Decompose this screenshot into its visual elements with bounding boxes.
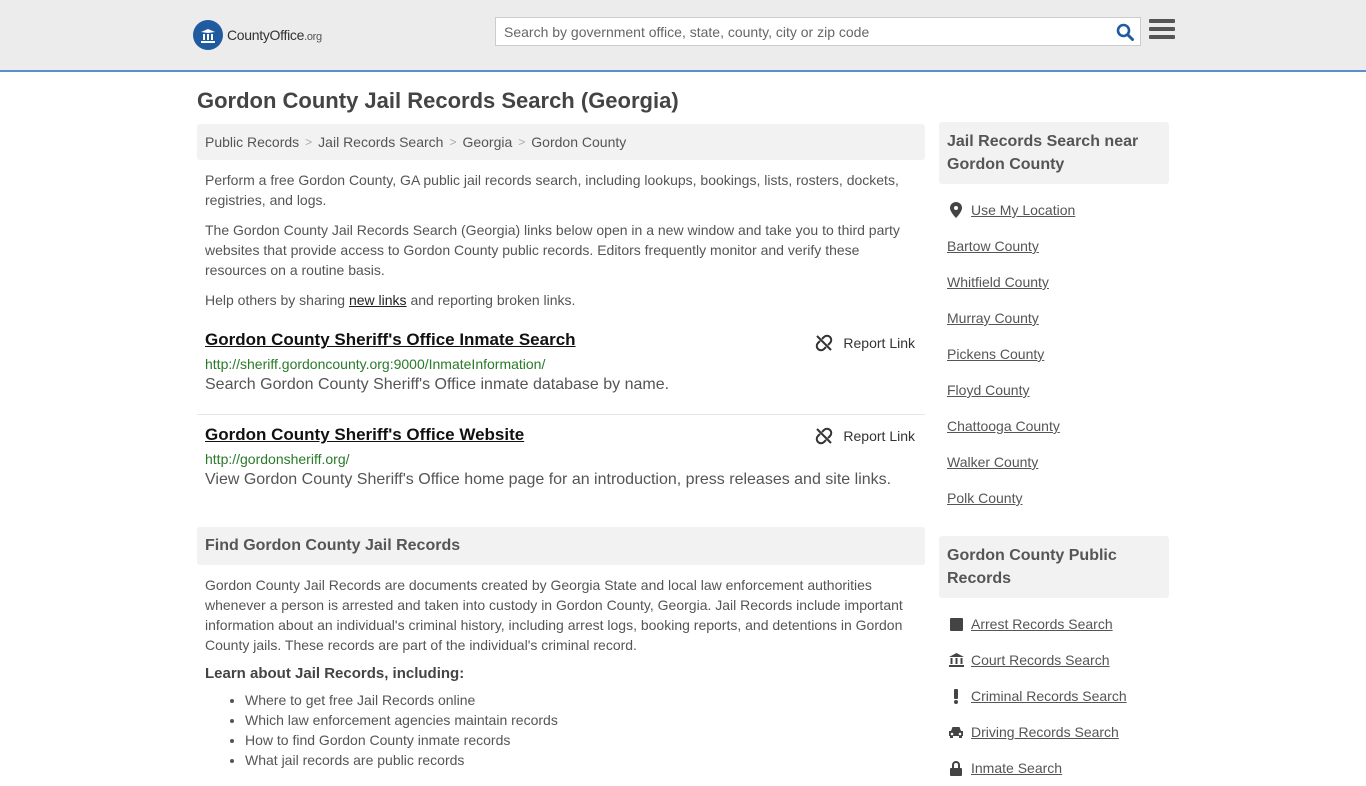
- nearby-county-link[interactable]: Floyd County: [947, 382, 1029, 398]
- breadcrumb-public-records[interactable]: Public Records: [205, 134, 299, 150]
- seal-icon: [193, 20, 223, 50]
- report-link-button[interactable]: Report Link: [815, 334, 915, 352]
- nearby-county-item: Walker County: [947, 444, 1169, 480]
- public-records-heading: Gordon County Public Records: [939, 536, 1169, 598]
- criminal-records-link[interactable]: Criminal Records Search: [971, 688, 1127, 704]
- resource-description: Search Gordon County Sheriff's Office in…: [205, 376, 670, 393]
- nearby-county-item: Chattooga County: [947, 408, 1169, 444]
- lock-icon: [947, 760, 965, 776]
- page-title: Gordon County Jail Records Search (Georg…: [197, 88, 679, 113]
- report-link-button[interactable]: Report Link: [815, 427, 915, 445]
- public-records-list: Arrest Records Search Court Records Sear…: [939, 606, 1169, 786]
- nearby-county-item: Bartow County: [947, 228, 1169, 264]
- nearby-county-item: Pickens County: [947, 336, 1169, 372]
- nearby-heading: Jail Records Search near Gordon County: [939, 122, 1169, 184]
- location-pin-icon: [947, 202, 965, 218]
- logo-text: CountyOffice.org: [227, 27, 322, 43]
- nearby-county-item: Murray County: [947, 300, 1169, 336]
- resource-url[interactable]: http://sheriff.gordoncounty.org:9000/Inm…: [205, 356, 917, 372]
- chevron-right-icon: >: [449, 135, 457, 149]
- nearby-county-link[interactable]: Murray County: [947, 310, 1039, 326]
- resource-title-link[interactable]: Gordon County Sheriff's Office Inmate Se…: [205, 330, 576, 350]
- nearby-county-item: Whitfield County: [947, 264, 1169, 300]
- nearby-county-link[interactable]: Chattooga County: [947, 418, 1060, 434]
- learn-heading: Learn about Jail Records, including:: [205, 665, 465, 682]
- hamburger-menu-icon[interactable]: [1149, 19, 1175, 43]
- nearby-county-link[interactable]: Whitfield County: [947, 274, 1049, 290]
- driving-records-link[interactable]: Driving Records Search: [971, 724, 1119, 740]
- broken-link-icon: [816, 334, 833, 352]
- search-button[interactable]: [1110, 18, 1140, 45]
- public-record-item: Criminal Records Search: [947, 678, 1169, 714]
- breadcrumb-jail-records-search[interactable]: Jail Records Search: [318, 134, 443, 150]
- breadcrumb-georgia[interactable]: Georgia: [462, 134, 512, 150]
- new-links-link[interactable]: new links: [349, 292, 407, 308]
- inmate-search-link[interactable]: Inmate Search: [971, 760, 1062, 776]
- main-content: Public Records > Jail Records Search > G…: [197, 124, 925, 770]
- sidebar: Jail Records Search near Gordon County U…: [939, 122, 1169, 786]
- nearby-county-item: Floyd County: [947, 372, 1169, 408]
- chevron-right-icon: >: [518, 135, 526, 149]
- resource-item: Gordon County Sheriff's Office Website R…: [197, 415, 925, 505]
- nearby-county-link[interactable]: Pickens County: [947, 346, 1044, 362]
- list-item: Where to get free Jail Records online: [245, 690, 925, 710]
- site-logo[interactable]: CountyOffice.org: [193, 20, 322, 50]
- court-records-link[interactable]: Court Records Search: [971, 652, 1110, 668]
- find-records-heading: Find Gordon County Jail Records: [197, 527, 925, 565]
- learn-list: Where to get free Jail Records online Wh…: [197, 690, 925, 770]
- exclamation-icon: [947, 688, 965, 704]
- list-item: What jail records are public records: [245, 750, 925, 770]
- broken-link-icon: [816, 427, 833, 445]
- share-paragraph: Help others by sharing new links and rep…: [205, 292, 576, 308]
- public-record-item: Inmate Search: [947, 750, 1169, 786]
- resource-description: View Gordon County Sheriff's Office home…: [205, 471, 892, 488]
- resource-item: Gordon County Sheriff's Office Inmate Se…: [197, 328, 925, 415]
- chevron-right-icon: >: [305, 135, 313, 149]
- resource-url[interactable]: http://gordonsheriff.org/: [205, 451, 917, 467]
- resource-title-link[interactable]: Gordon County Sheriff's Office Website: [205, 425, 524, 445]
- public-record-item: Court Records Search: [947, 642, 1169, 678]
- list-item: How to find Gordon County inmate records: [245, 730, 925, 750]
- search-icon: [1116, 23, 1134, 41]
- use-my-location-link[interactable]: Use My Location: [971, 202, 1075, 218]
- nearby-county-link[interactable]: Bartow County: [947, 238, 1039, 254]
- breadcrumb-gordon-county[interactable]: Gordon County: [531, 134, 626, 150]
- find-records-paragraph: Gordon County Jail Records are documents…: [205, 577, 903, 653]
- public-record-item: Driving Records Search: [947, 714, 1169, 750]
- site-header: CountyOffice.org: [0, 0, 1366, 72]
- square-icon: [947, 617, 965, 631]
- courthouse-icon: [947, 653, 965, 667]
- car-icon: [947, 726, 965, 738]
- nearby-county-link[interactable]: Walker County: [947, 454, 1038, 470]
- public-record-item: Arrest Records Search: [947, 606, 1169, 642]
- search-input[interactable]: [496, 18, 1110, 45]
- arrest-records-link[interactable]: Arrest Records Search: [971, 616, 1113, 632]
- nearby-county-item: Polk County: [947, 480, 1169, 516]
- nearby-list: Use My Location Bartow County Whitfield …: [939, 192, 1169, 516]
- use-location-item: Use My Location: [947, 192, 1169, 228]
- search-bar: [495, 17, 1141, 46]
- nearby-county-link[interactable]: Polk County: [947, 490, 1022, 506]
- intro-paragraph: Perform a free Gordon County, GA public …: [205, 172, 899, 208]
- breadcrumb: Public Records > Jail Records Search > G…: [197, 124, 925, 160]
- list-item: Which law enforcement agencies maintain …: [245, 710, 925, 730]
- disclaimer-paragraph: The Gordon County Jail Records Search (G…: [205, 222, 900, 278]
